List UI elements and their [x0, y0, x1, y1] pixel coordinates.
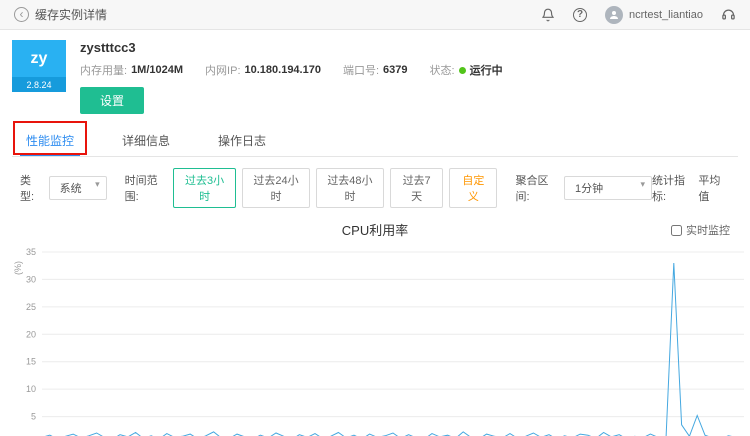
help-icon[interactable]: ? [573, 7, 587, 22]
realtime-checkbox[interactable] [671, 224, 682, 236]
range-button-last-24h[interactable]: 过去24小时 [241, 168, 310, 208]
tab-performance-monitor[interactable]: 性能监控 [13, 121, 88, 156]
time-range-label: 时间范围: [124, 175, 158, 203]
topbar: ‹ 缓存实例详情 ? ncrtest_liantiao [0, 0, 750, 30]
interval-select-value: 1分钟 [575, 183, 604, 195]
chevron-down-icon: ▾ [640, 179, 646, 189]
instance-field-private-ip: 内网IP: 10.180.194.170 [205, 64, 321, 77]
realtime-monitor-toggle[interactable]: 实时监控 [671, 222, 730, 238]
filter-bar: 类型: 系统 ▾ 时间范围: 过去3小时 过去24小时 过去48小时 过去7天 自定义 … [12, 157, 738, 212]
metric-value: 平均值 [698, 175, 721, 203]
instance-field-memory: 内存用量: 1M/1024M [80, 64, 184, 77]
settings-button[interactable]: 设置 [80, 87, 145, 114]
user-avatar-icon [605, 5, 623, 24]
username: ncrtest_liantiao [629, 8, 703, 21]
realtime-label: 实时监控 [686, 225, 730, 237]
back-button[interactable]: ‹ [14, 7, 29, 22]
instance-version: 2.8.24 [12, 77, 66, 92]
instance-avatar-text: zy [12, 40, 66, 77]
instance-name: zystttcc3 [80, 40, 136, 55]
range-button-custom-range[interactable]: 自定义 [449, 168, 498, 208]
status-dot [458, 66, 466, 74]
instance-field-port: 端口号: 6379 [342, 64, 408, 77]
support-headset-icon[interactable] [721, 7, 736, 22]
time-range-group: 过去3小时 过去24小时 过去48小时 过去7天 自定义 [173, 168, 498, 208]
interval-select[interactable]: 1分钟 ▾ [564, 176, 653, 200]
range-button-last-48h[interactable]: 过去48小时 [315, 168, 384, 208]
svg-text:15: 15 [26, 357, 36, 367]
svg-text:5: 5 [31, 412, 36, 422]
instance-avatar: zy 2.8.24 [12, 40, 66, 114]
chart-header: CPU利用率 实时监控 [12, 220, 738, 238]
type-select-value: 系统 [59, 183, 82, 195]
svg-text:35: 35 [26, 247, 36, 257]
highlight-annotation-box [13, 121, 88, 155]
chart-title: CPU利用率 [341, 223, 409, 238]
user-menu[interactable]: ncrtest_liantiao [605, 5, 703, 24]
svg-text:25: 25 [26, 302, 36, 312]
instance-info: 内存用量: 1M/1024M 内网IP: 10.180.194.170 端口号: 6379… [80, 62, 738, 78]
range-button-last-7d[interactable]: 过去7天 [389, 168, 444, 208]
metric-label: 统计指标: [652, 175, 686, 203]
svg-text:20: 20 [26, 329, 36, 339]
type-label: 类型: [20, 175, 35, 203]
tabs: 性能监控 详细信息 操作日志 [12, 121, 738, 157]
chevron-down-icon: ▾ [95, 179, 100, 189]
cpu-utilization-chart: 0510152025303524日12时36分24日12时48分24日13时00… [13, 247, 744, 436]
tab-operation-log[interactable]: 操作日志 [212, 124, 272, 156]
instance-field-status: 状态: 运行中 [429, 65, 503, 77]
type-select[interactable]: 系统 ▾ [48, 176, 107, 200]
instance-header: zy 2.8.24 zystttcc3 内存用量: 1M/1024M 内网IP: 10… [12, 40, 738, 114]
notification-bell-icon[interactable] [541, 8, 555, 22]
svg-text:30: 30 [26, 274, 36, 284]
range-button-last-3h[interactable]: 过去3小时 [173, 168, 236, 208]
tab-detail-info[interactable]: 详细信息 [116, 124, 176, 156]
svg-text:(%): (%) [13, 261, 23, 275]
svg-text:10: 10 [26, 384, 36, 394]
interval-label: 聚合区间: [515, 175, 549, 203]
page-title: 缓存实例详情 [35, 8, 108, 22]
